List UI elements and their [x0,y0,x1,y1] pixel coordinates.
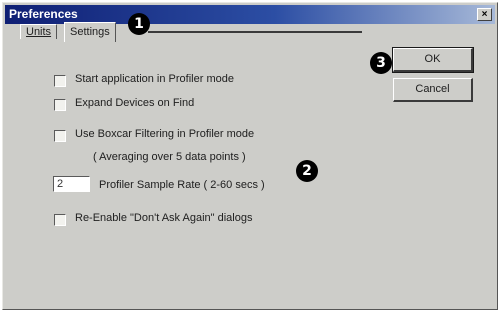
sample-rate-input[interactable]: 2 [53,176,90,192]
tab-settings[interactable]: Settings [64,22,116,42]
sample-rate-label: Profiler Sample Rate ( 2-60 secs ) [99,179,265,191]
option-boxcar-filtering-label: Use Boxcar Filtering in Profiler mode [75,128,255,140]
cancel-button[interactable]: Cancel [393,78,473,102]
callout-marker-3: 3 [370,52,392,74]
window-title: Preferences [9,7,78,21]
checkbox-expand-devices[interactable] [54,99,66,111]
ok-button[interactable]: OK [392,47,474,73]
boxcar-note: ( Averaging over 5 data points ) [93,151,246,163]
tab-units-label: Units [26,26,52,38]
option-reenable-dialogs-label: Re-Enable "Don't Ask Again" dialogs [75,212,253,224]
callout-marker-1: 1 [128,13,150,35]
option-start-profiler-label: Start application in Profiler mode [75,73,234,85]
tab-units[interactable]: Units [20,24,58,39]
close-button[interactable]: × [477,8,492,21]
checkbox-reenable-dialogs[interactable] [54,214,66,226]
checkbox-boxcar-filtering[interactable] [54,130,66,142]
callout-marker-2: 2 [296,160,318,182]
tab-settings-label: Settings [70,26,110,38]
checkbox-start-profiler[interactable] [54,75,66,87]
tab-divider-line [148,31,362,33]
option-expand-devices-label: Expand Devices on Find [75,97,195,109]
